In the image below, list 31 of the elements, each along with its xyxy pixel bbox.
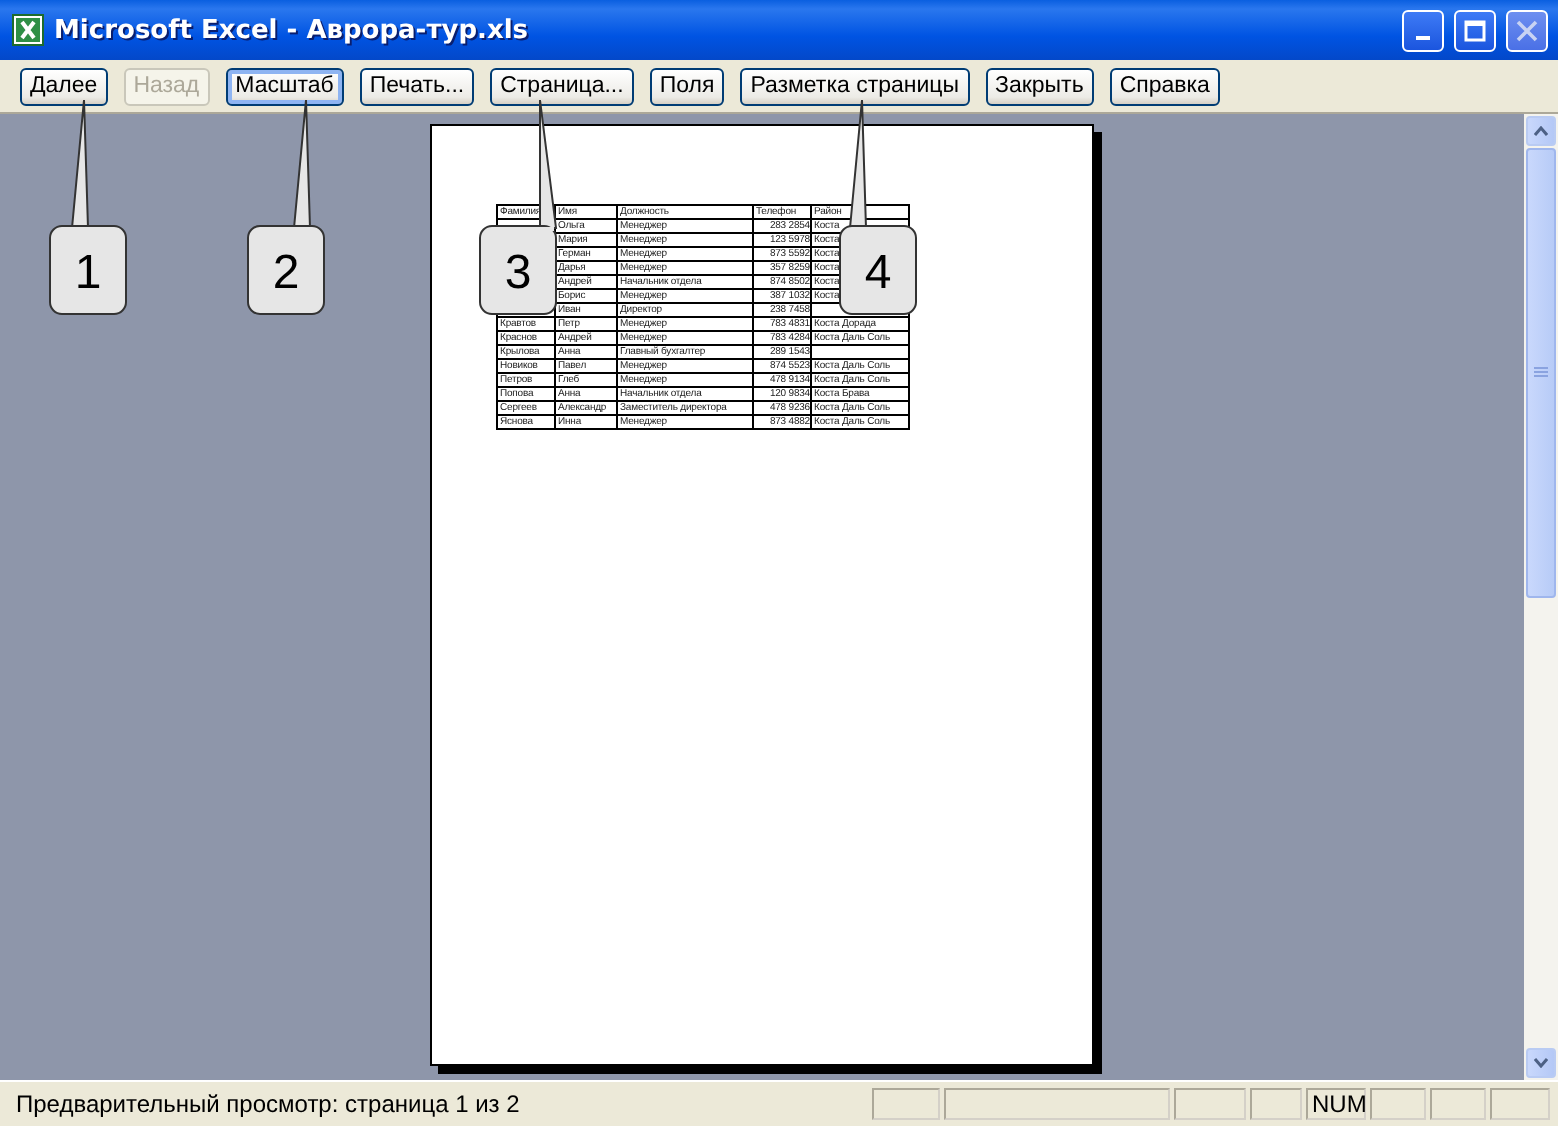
toolbar-button[interactable]: Разметка страницы xyxy=(740,67,970,105)
status-pane xyxy=(1430,1088,1486,1120)
status-pane xyxy=(872,1088,940,1120)
spreadsheet-icon xyxy=(12,14,44,46)
status-pane xyxy=(1370,1088,1426,1120)
maximize-button[interactable] xyxy=(1454,9,1496,51)
toolbar-button[interactable]: Масштаб xyxy=(225,67,344,105)
toolbar-button[interactable]: Далее xyxy=(20,67,108,105)
grip-icon xyxy=(1534,366,1548,380)
callout: 1 xyxy=(49,99,127,315)
callout: 2 xyxy=(247,99,325,315)
status-pane xyxy=(1490,1088,1550,1120)
status-pane xyxy=(1174,1088,1246,1120)
scroll-up-button[interactable] xyxy=(1526,116,1556,146)
toolbar-button[interactable]: Справка xyxy=(1109,67,1220,105)
close-button[interactable] xyxy=(1506,9,1548,51)
status-pane xyxy=(1250,1088,1302,1120)
minimize-button[interactable] xyxy=(1402,9,1444,51)
callout: 4 xyxy=(839,99,917,315)
toolbar-button[interactable]: Закрыть xyxy=(985,67,1094,105)
scroll-thumb[interactable] xyxy=(1526,148,1556,598)
window-title: Microsoft Excel - Аврора-тур.xls xyxy=(54,15,531,45)
status-indicator: NUM xyxy=(1306,1088,1366,1120)
toolbar-button[interactable]: Печать... xyxy=(359,67,475,105)
toolbar-button[interactable]: Поля xyxy=(649,67,725,105)
status-text: Предварительный просмотр: страница 1 из 2 xyxy=(16,1090,522,1118)
minimize-icon xyxy=(1416,36,1430,40)
scroll-down-button[interactable] xyxy=(1526,1048,1556,1078)
close-icon xyxy=(1516,19,1538,41)
toolbar-button[interactable]: Страница... xyxy=(490,67,634,105)
maximize-icon xyxy=(1464,19,1486,41)
